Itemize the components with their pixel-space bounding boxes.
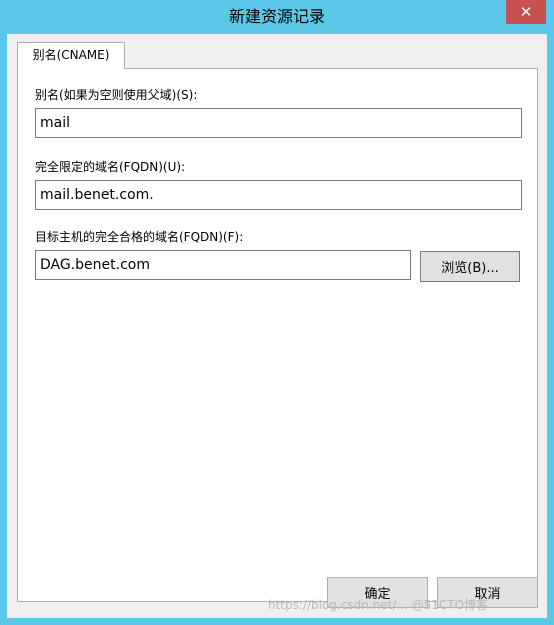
window-title: 新建资源记录 bbox=[228, 7, 325, 26]
alias-label: 别名(如果为空则使用父域)(S): bbox=[35, 88, 198, 102]
tab-cname[interactable]: 别名(CNAME) bbox=[17, 42, 125, 69]
target-host-input[interactable] bbox=[35, 250, 411, 280]
tab-panel-cname: 别名(如果为空则使用父域)(S): 完全限定的域名(FQDN)(U): 目标主机… bbox=[17, 68, 538, 602]
close-icon: ✕ bbox=[519, 3, 533, 21]
dialog-client-area: 别名(CNAME) 别名(如果为空则使用父域)(S): 完全限定的域名(FQDN… bbox=[7, 34, 547, 618]
browse-button[interactable]: 浏览(B)... bbox=[420, 251, 520, 282]
fqdn-input[interactable] bbox=[35, 180, 522, 210]
alias-input[interactable] bbox=[35, 108, 522, 138]
watermark: https://blog.csdn.net/... @51CTO博客 bbox=[268, 598, 489, 612]
close-button[interactable]: ✕ bbox=[506, 0, 546, 24]
target-host-label: 目标主机的完全合格的域名(FQDN)(F): bbox=[35, 230, 244, 244]
fqdn-label: 完全限定的域名(FQDN)(U): bbox=[35, 160, 186, 174]
